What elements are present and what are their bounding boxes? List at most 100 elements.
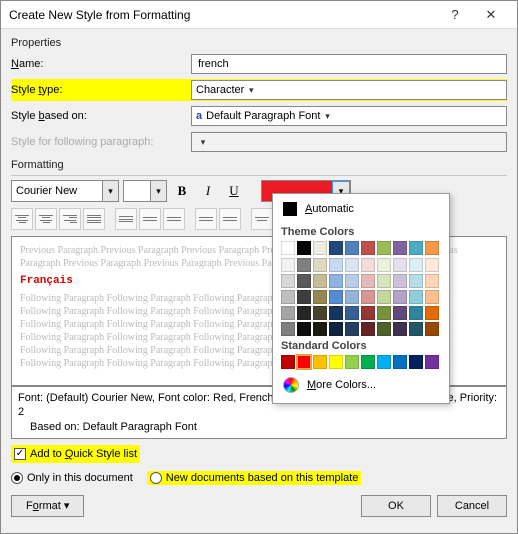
color-swatch[interactable]: [409, 322, 423, 336]
color-swatch[interactable]: [409, 306, 423, 320]
space-before-button[interactable]: [195, 208, 217, 230]
name-input[interactable]: [196, 57, 502, 71]
color-swatch[interactable]: [377, 322, 391, 336]
color-swatch[interactable]: [393, 241, 407, 255]
line-spacing-1-button[interactable]: [115, 208, 137, 230]
color-swatch[interactable]: [281, 322, 295, 336]
help-button[interactable]: ?: [437, 3, 473, 27]
color-swatch[interactable]: [361, 306, 375, 320]
color-swatch[interactable]: [409, 290, 423, 304]
align-left-button[interactable]: [11, 208, 33, 230]
color-swatch[interactable]: [345, 306, 359, 320]
font-size-combo[interactable]: ▾: [123, 180, 167, 202]
color-swatch[interactable]: [281, 306, 295, 320]
color-swatch[interactable]: [345, 258, 359, 272]
color-swatch[interactable]: [425, 322, 439, 336]
color-swatch[interactable]: [393, 274, 407, 288]
color-swatch[interactable]: [393, 355, 407, 369]
font-name-combo[interactable]: Courier New ▾: [11, 180, 119, 202]
format-button[interactable]: Format ▾: [11, 495, 84, 517]
color-swatch[interactable]: [329, 306, 343, 320]
color-swatch[interactable]: [297, 274, 311, 288]
quick-style-checkbox[interactable]: [14, 448, 26, 460]
color-swatch[interactable]: [425, 290, 439, 304]
color-swatch[interactable]: [281, 290, 295, 304]
automatic-color-item[interactable]: Automatic: [281, 200, 441, 222]
align-right-button[interactable]: [59, 208, 81, 230]
color-swatch[interactable]: [425, 306, 439, 320]
color-swatch[interactable]: [377, 241, 391, 255]
color-swatch[interactable]: [393, 322, 407, 336]
underline-button[interactable]: U: [223, 180, 245, 202]
color-swatch[interactable]: [329, 241, 343, 255]
name-field[interactable]: [191, 54, 507, 74]
color-swatch[interactable]: [425, 241, 439, 255]
color-swatch[interactable]: [361, 322, 375, 336]
color-swatch[interactable]: [297, 241, 311, 255]
color-swatch[interactable]: [361, 241, 375, 255]
color-swatch[interactable]: [281, 241, 295, 255]
color-swatch[interactable]: [409, 274, 423, 288]
color-swatch[interactable]: [377, 306, 391, 320]
color-swatch[interactable]: [393, 290, 407, 304]
space-after-button[interactable]: [219, 208, 241, 230]
color-swatch[interactable]: [313, 274, 327, 288]
color-swatch[interactable]: [313, 258, 327, 272]
color-swatch[interactable]: [329, 355, 343, 369]
only-in-document-radio[interactable]: [11, 472, 23, 484]
color-swatch[interactable]: [393, 258, 407, 272]
standard-colors-label: Standard Colors: [281, 340, 441, 352]
color-swatch[interactable]: [297, 258, 311, 272]
more-colors-item[interactable]: More Colors...: [281, 375, 441, 395]
line-spacing-2-button[interactable]: [139, 208, 161, 230]
color-swatch[interactable]: [329, 290, 343, 304]
cancel-button[interactable]: Cancel: [437, 495, 507, 517]
italic-button[interactable]: I: [197, 180, 219, 202]
color-swatch[interactable]: [313, 322, 327, 336]
color-swatch[interactable]: [425, 355, 439, 369]
color-swatch[interactable]: [297, 306, 311, 320]
color-swatch[interactable]: [361, 258, 375, 272]
color-swatch[interactable]: [377, 258, 391, 272]
color-swatch[interactable]: [281, 355, 295, 369]
style-type-select[interactable]: Character ▾: [191, 80, 507, 100]
color-swatch[interactable]: [281, 274, 295, 288]
color-swatch[interactable]: [361, 290, 375, 304]
new-documents-radio[interactable]: [150, 472, 162, 484]
color-swatch[interactable]: [313, 241, 327, 255]
color-swatch[interactable]: [329, 274, 343, 288]
color-swatch[interactable]: [377, 290, 391, 304]
color-swatch[interactable]: [329, 258, 343, 272]
color-swatch[interactable]: [313, 355, 327, 369]
align-center-button[interactable]: [35, 208, 57, 230]
color-swatch[interactable]: [409, 258, 423, 272]
color-swatch[interactable]: [425, 258, 439, 272]
color-swatch[interactable]: [297, 355, 311, 369]
color-swatch[interactable]: [281, 258, 295, 272]
color-swatch[interactable]: [345, 290, 359, 304]
color-swatch[interactable]: [409, 241, 423, 255]
color-swatch[interactable]: [361, 274, 375, 288]
color-swatch[interactable]: [329, 322, 343, 336]
color-swatch[interactable]: [313, 290, 327, 304]
color-swatch[interactable]: [345, 274, 359, 288]
style-based-on-select[interactable]: a Default Paragraph Font ▾: [191, 106, 507, 126]
align-justify-button[interactable]: [83, 208, 105, 230]
color-swatch[interactable]: [345, 241, 359, 255]
close-button[interactable]: ✕: [473, 3, 509, 27]
color-swatch[interactable]: [313, 306, 327, 320]
bold-button[interactable]: B: [171, 180, 193, 202]
decrease-indent-button[interactable]: [251, 208, 273, 230]
color-swatch[interactable]: [377, 274, 391, 288]
color-swatch[interactable]: [297, 290, 311, 304]
color-swatch[interactable]: [377, 355, 391, 369]
ok-button[interactable]: OK: [361, 495, 431, 517]
color-swatch[interactable]: [345, 355, 359, 369]
color-swatch[interactable]: [393, 306, 407, 320]
line-spacing-3-button[interactable]: [163, 208, 185, 230]
color-swatch[interactable]: [409, 355, 423, 369]
color-swatch[interactable]: [345, 322, 359, 336]
color-swatch[interactable]: [425, 274, 439, 288]
color-swatch[interactable]: [361, 355, 375, 369]
color-swatch[interactable]: [297, 322, 311, 336]
